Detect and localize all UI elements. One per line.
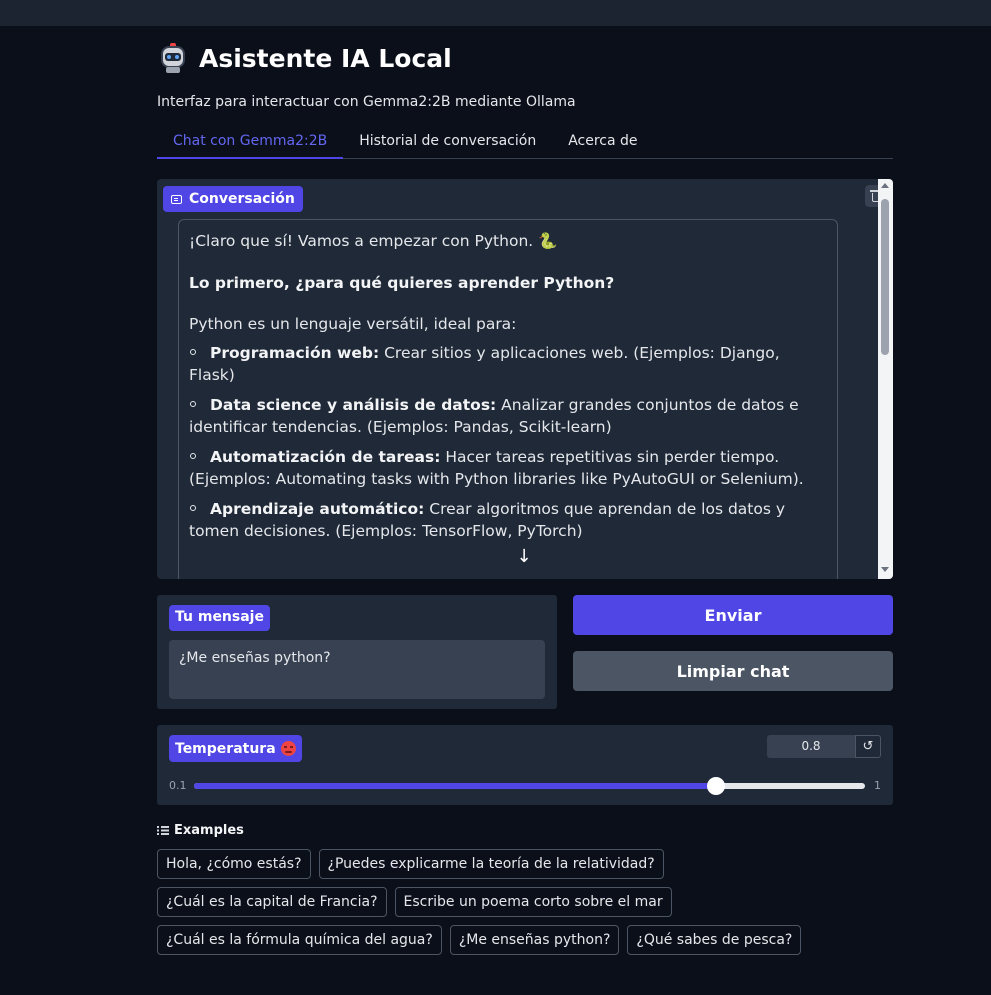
scroll-thumb[interactable] bbox=[881, 199, 889, 355]
chat-scrollbar[interactable] bbox=[878, 179, 893, 579]
example-button[interactable]: Escribe un poema corto sobre el mar bbox=[394, 887, 672, 917]
example-button[interactable]: ¿Puedes explicarme la teoría de la relat… bbox=[318, 849, 664, 879]
example-button[interactable]: ¿Me enseñas python? bbox=[449, 925, 620, 955]
examples-row: Hola, ¿cómo estás? ¿Puedes explicarme la… bbox=[157, 849, 664, 879]
browser-top-bar bbox=[0, 0, 991, 26]
slider-max-label: 1 bbox=[874, 779, 881, 792]
scroll-to-bottom-icon[interactable]: ↓ bbox=[511, 543, 537, 569]
tab-bar: Chat con Gemma2:2B Historial de conversa… bbox=[157, 124, 893, 159]
message-question: Lo primero, ¿para qué quieres aprender P… bbox=[189, 273, 615, 292]
bullet-icon bbox=[190, 453, 196, 459]
tab-chat[interactable]: Chat con Gemma2:2B bbox=[157, 124, 344, 159]
list-item-title: Programación web: bbox=[210, 343, 380, 362]
bullet-icon bbox=[190, 401, 196, 407]
reset-icon[interactable]: ↺ bbox=[855, 735, 881, 758]
message-intro: ¡Claro que sí! Vamos a empezar con Pytho… bbox=[189, 232, 558, 250]
bullet-icon bbox=[190, 505, 196, 511]
tab-history[interactable]: Historial de conversación bbox=[343, 124, 552, 159]
temperature-number-input[interactable]: 0.8 bbox=[767, 735, 855, 758]
examples-row: ¿Cuál es la fórmula química del agua? ¿M… bbox=[157, 925, 802, 955]
examples-heading: Examples bbox=[157, 823, 244, 838]
list-item: Programación web: Crear sitios y aplicac… bbox=[189, 342, 827, 387]
page-title: Asistente IA Local bbox=[199, 43, 452, 73]
example-button[interactable]: ¿Qué sabes de pesca? bbox=[627, 925, 802, 955]
clear-chat-button[interactable]: Limpiar chat bbox=[573, 651, 893, 691]
page-subtitle: Interfaz para interactuar con Gemma2:2B … bbox=[157, 94, 576, 110]
example-button[interactable]: ¿Cuál es la fórmula química del agua? bbox=[157, 925, 442, 955]
examples-heading-text: Examples bbox=[174, 823, 244, 838]
examples-row: ¿Cuál es la capital de Francia? Escribe … bbox=[157, 887, 672, 917]
list-item: Data science y análisis de datos: Analiz… bbox=[189, 394, 827, 439]
slider-min-label: 0.1 bbox=[169, 779, 187, 792]
conversation-label: Conversación bbox=[163, 186, 303, 212]
scroll-down-icon[interactable] bbox=[881, 567, 889, 572]
bot-message: ¡Claro que sí! Vamos a empezar con Pytho… bbox=[178, 219, 838, 579]
tab-about[interactable]: Acerca de bbox=[552, 124, 653, 159]
temperature-label: Temperatura bbox=[169, 735, 302, 762]
message-list: Programación web: Crear sitios y aplicac… bbox=[189, 342, 827, 543]
header: Asistente IA Local bbox=[157, 42, 452, 74]
list-icon bbox=[157, 826, 169, 835]
robot-icon bbox=[157, 42, 189, 74]
temperature-panel: Temperatura 0.8 ↺ 0.1 1 bbox=[157, 725, 893, 805]
angry-face-icon bbox=[280, 741, 296, 756]
scroll-up-icon[interactable] bbox=[881, 183, 889, 188]
chatbot-panel: ¡Claro que sí! Vamos a empezar con Pytho… bbox=[157, 179, 893, 579]
slider-fill bbox=[194, 783, 716, 789]
list-item-title: Aprendizaje automático: bbox=[210, 499, 425, 518]
message-panel: Tu mensaje ¿Me enseñas python? bbox=[157, 595, 557, 709]
message-lead: Python es un lenguaje versátil, ideal pa… bbox=[189, 315, 517, 333]
chat-icon bbox=[171, 194, 182, 204]
example-button[interactable]: Hola, ¿cómo estás? bbox=[157, 849, 311, 879]
list-item-title: Data science y análisis de datos: bbox=[210, 395, 497, 414]
send-button[interactable]: Enviar bbox=[573, 595, 893, 635]
message-label: Tu mensaje bbox=[169, 605, 270, 631]
slider-thumb[interactable] bbox=[706, 777, 725, 795]
list-item: Automatización de tareas: Hacer tareas r… bbox=[189, 446, 827, 491]
message-input[interactable]: ¿Me enseñas python? bbox=[169, 640, 545, 699]
temperature-slider[interactable] bbox=[194, 777, 865, 795]
bullet-icon bbox=[190, 349, 196, 355]
list-item-title: Automatización de tareas: bbox=[210, 447, 441, 466]
example-button[interactable]: ¿Cuál es la capital de Francia? bbox=[157, 887, 387, 917]
list-item: Aprendizaje automático: Crear algoritmos… bbox=[189, 498, 827, 543]
conversation-label-text: Conversación bbox=[189, 191, 295, 207]
temperature-label-text: Temperatura bbox=[175, 740, 276, 757]
